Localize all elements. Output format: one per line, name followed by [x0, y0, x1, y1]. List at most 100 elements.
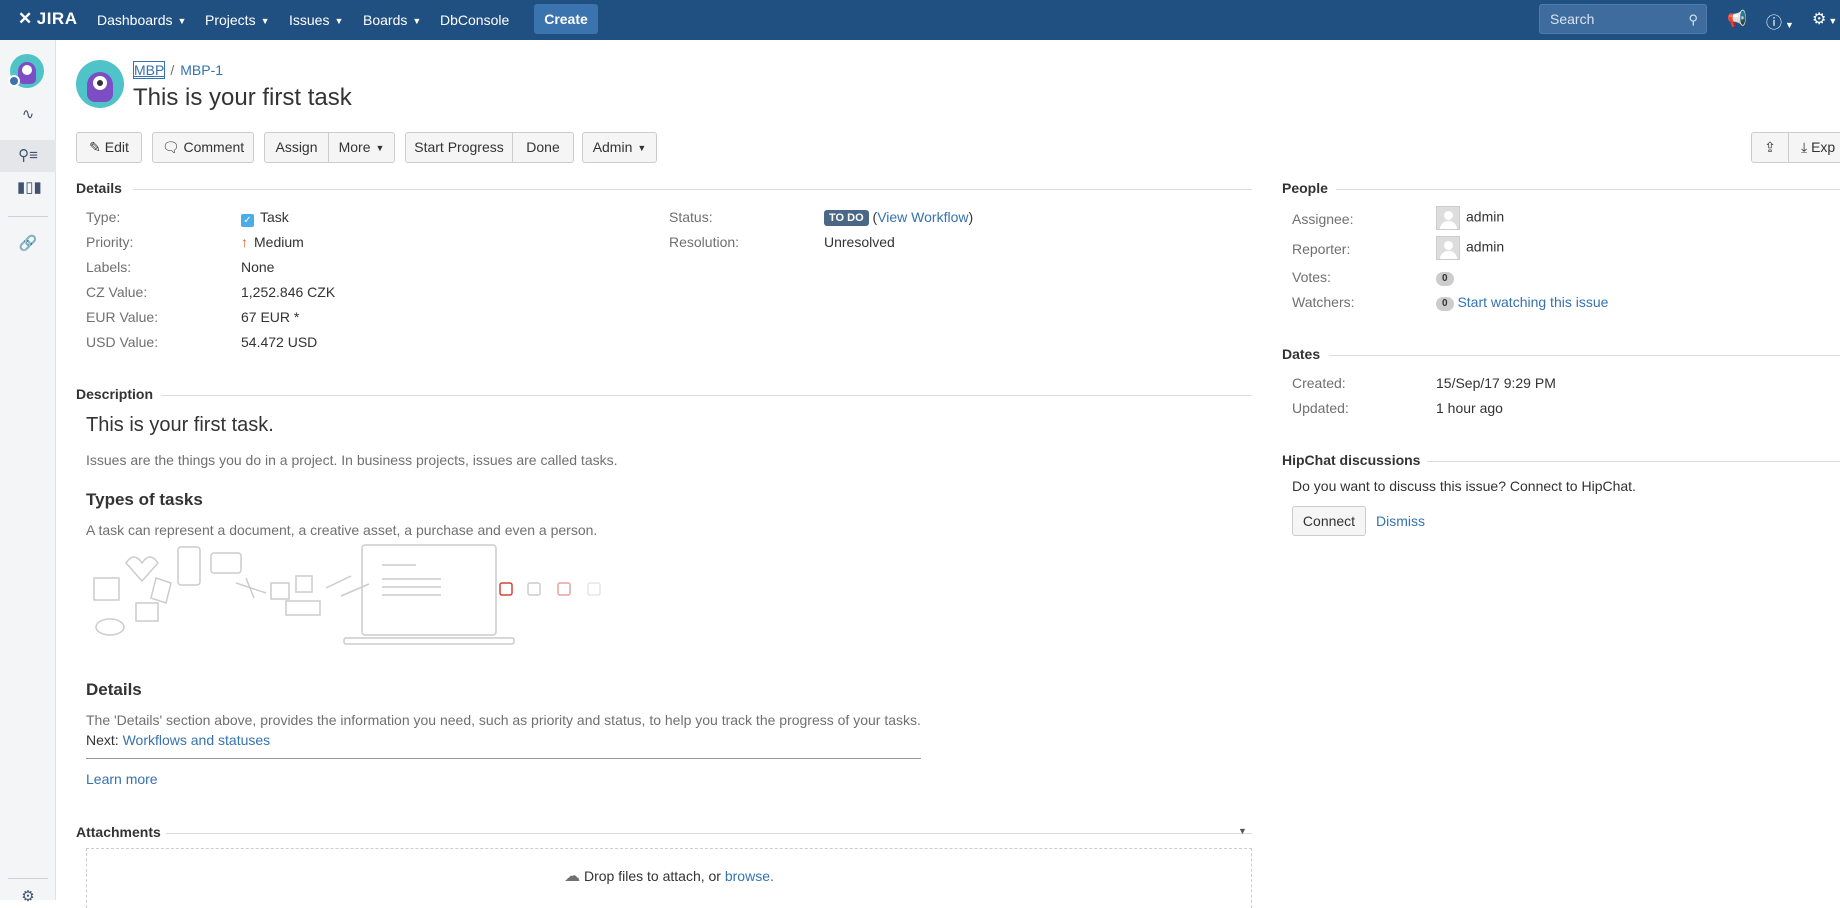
- help-icon[interactable]: ⓘ ▼: [1766, 9, 1794, 33]
- issue-summary[interactable]: This is your first task: [133, 84, 352, 112]
- dates-heading[interactable]: Dates: [1282, 346, 1320, 362]
- done-button[interactable]: Done: [512, 132, 574, 163]
- issue-labels[interactable]: None: [241, 259, 274, 275]
- nav-dashboards[interactable]: Dashboards ▼: [97, 0, 186, 40]
- updated-date: 1 hour ago: [1436, 400, 1503, 416]
- book-icon: [270, 582, 290, 600]
- laptop-screen: [361, 544, 497, 636]
- megaphone-icon[interactable]: 📢: [1727, 9, 1747, 29]
- watchers: 0 Start watching this issue: [1436, 294, 1608, 311]
- create-button[interactable]: Create: [534, 4, 598, 34]
- attachment-dropzone[interactable]: ☁ Drop files to attach, or browse.: [86, 848, 1252, 908]
- jira-logo-icon: ✕: [18, 9, 33, 28]
- browse-link[interactable]: browse.: [725, 868, 774, 884]
- issues-search-icon[interactable]: ⚲≡: [0, 140, 56, 172]
- sidebar-divider: [8, 216, 48, 217]
- nav-issues[interactable]: Issues ▼: [289, 0, 343, 40]
- admin-button[interactable]: Admin ▼: [582, 132, 657, 163]
- hipchat-message: Do you want to discuss this issue? Conne…: [1292, 478, 1636, 494]
- link-icon[interactable]: 🔗: [17, 233, 39, 255]
- chevron-down-icon: ▼: [637, 143, 647, 153]
- assign-button[interactable]: Assign: [264, 132, 329, 163]
- sofa-icon: [210, 552, 242, 574]
- issue-priority: ↑ Medium: [241, 234, 304, 250]
- reporter[interactable]: admin: [1436, 236, 1504, 260]
- project-link[interactable]: MBP: [132, 61, 166, 79]
- edit-button[interactable]: ✎ Edit: [76, 132, 142, 163]
- attachments-heading[interactable]: Attachments: [76, 824, 161, 840]
- export-icon: ⤓: [1801, 139, 1808, 155]
- chevron-down-icon: ▼: [375, 143, 385, 153]
- project-sidebar: ∿ ⚲≡ ▮▯▮ 🔗 ⚙: [0, 40, 56, 905]
- assignee[interactable]: admin: [1436, 206, 1504, 230]
- issue-type: ✓ Task: [241, 209, 289, 227]
- chart-icon: [527, 582, 541, 596]
- eur-value[interactable]: 67 EUR *: [241, 309, 299, 325]
- avatar: [1436, 206, 1460, 230]
- search-input[interactable]: Search ⚲: [1539, 4, 1707, 34]
- calendar-icon: [295, 575, 313, 593]
- video-icon: [499, 582, 513, 596]
- workflows-link[interactable]: Workflows and statuses: [123, 732, 271, 748]
- start-progress-button[interactable]: Start Progress: [405, 132, 513, 163]
- dismiss-link[interactable]: Dismiss: [1376, 513, 1425, 529]
- priority-arrow-up-icon: ↑: [241, 234, 248, 250]
- settings-icon[interactable]: ⚙: [17, 886, 39, 908]
- jira-logo[interactable]: ✕ JIRA: [18, 9, 77, 29]
- connect-button[interactable]: Connect: [1292, 506, 1366, 536]
- reports-icon[interactable]: ▮▯▮: [17, 177, 42, 199]
- coins-icon: [95, 618, 125, 636]
- close-icon: [557, 582, 571, 596]
- description-heading-2: Types of tasks: [86, 490, 203, 509]
- project-avatar[interactable]: [76, 60, 124, 108]
- phone-icon: [177, 546, 201, 586]
- task-checkbox-icon: ✓: [241, 214, 254, 227]
- project-badge-icon: [8, 75, 20, 87]
- attachments-options-icon[interactable]: ▼: [1238, 826, 1247, 836]
- comment-button[interactable]: 🗨 Comment: [152, 132, 254, 163]
- sidebar-divider: [8, 878, 48, 879]
- next-line: Next: Workflows and statuses: [86, 732, 271, 748]
- activity-icon[interactable]: ∿: [17, 104, 39, 126]
- person-icon: [150, 577, 172, 604]
- description-heading[interactable]: Description: [76, 386, 153, 402]
- description-heading-1: This is your first task.: [86, 414, 274, 436]
- description-paragraph: A task can represent a document, a creat…: [86, 522, 598, 538]
- breadcrumb: MBP / MBP-1: [132, 61, 224, 79]
- description-heading-3: Details: [86, 680, 142, 699]
- share-button[interactable]: ⇪: [1751, 132, 1789, 163]
- learn-more-link[interactable]: Learn more: [86, 771, 158, 787]
- laptop-base: [343, 637, 515, 645]
- chevron-down-icon: ▼: [177, 16, 187, 26]
- issue-key-link[interactable]: MBP-1: [180, 62, 223, 78]
- export-button[interactable]: ⤓ Exp: [1788, 132, 1840, 163]
- doc-icon: [587, 582, 601, 596]
- gift-icon: [93, 577, 120, 601]
- keyboard-icon: [285, 600, 321, 616]
- votes[interactable]: 0: [1436, 269, 1454, 286]
- description-paragraph: Issues are the things you do in a projec…: [86, 452, 618, 468]
- more-button[interactable]: More ▼: [328, 132, 395, 163]
- search-icon: ⚲: [1688, 12, 1698, 27]
- plane-icon: [235, 577, 267, 599]
- box-icon: [135, 602, 159, 622]
- chevron-down-icon: ▼: [260, 16, 270, 26]
- nav-dbconsole[interactable]: DbConsole: [440, 0, 509, 40]
- hipchat-heading[interactable]: HipChat discussions: [1282, 452, 1420, 468]
- share-icon: ⇪: [1764, 139, 1776, 155]
- upload-cloud-icon: ☁: [564, 868, 581, 885]
- watcher-count-badge[interactable]: 0: [1436, 297, 1454, 311]
- nav-projects[interactable]: Projects ▼: [205, 0, 270, 40]
- issue-status: TO DO (View Workflow): [824, 209, 973, 226]
- details-heading[interactable]: Details: [76, 180, 122, 196]
- view-workflow-link[interactable]: View Workflow: [877, 209, 968, 225]
- avatar: [1436, 236, 1460, 260]
- heart-icon: [125, 556, 159, 583]
- cz-value[interactable]: 1,252.846 CZK: [241, 284, 335, 300]
- gear-icon[interactable]: ⚙ ▼: [1812, 9, 1837, 29]
- people-heading[interactable]: People: [1282, 180, 1328, 196]
- issue-resolution: Unresolved: [824, 234, 895, 250]
- usd-value[interactable]: 54.472 USD: [241, 334, 317, 350]
- nav-boards[interactable]: Boards ▼: [363, 0, 421, 40]
- start-watching-link[interactable]: Start watching this issue: [1457, 294, 1608, 310]
